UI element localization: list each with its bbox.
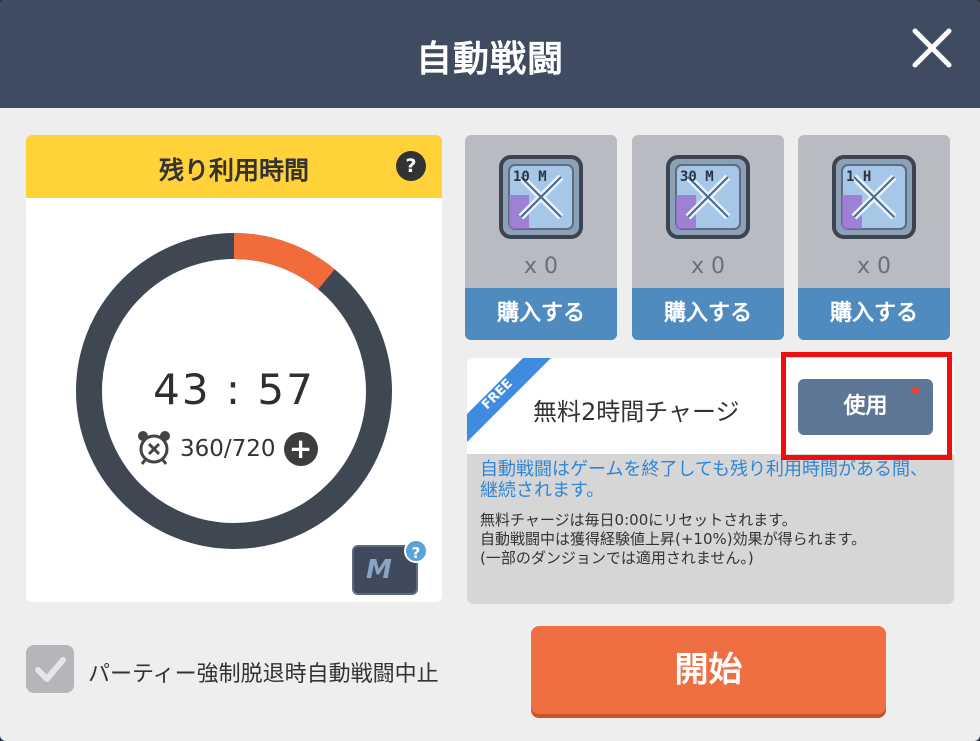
help-icon[interactable]: ? <box>396 151 426 181</box>
plus-icon[interactable]: + <box>283 432 318 466</box>
buy-button[interactable]: 購入する <box>632 288 784 340</box>
item-quantity: x 0 <box>690 254 725 279</box>
note-line: 無料チャージは毎日0:00にリセットされます。 <box>480 511 797 529</box>
crossed-swords-ticket-icon: 30 M <box>666 155 750 239</box>
m-plus-letter: M <box>366 555 392 585</box>
alarm-row: 360/720 + <box>136 431 318 467</box>
item-duration-label: 30 M <box>680 169 714 185</box>
crossed-swords-ticket-icon: 1 H <box>832 155 916 239</box>
remaining-time-card: 残り利用時間 ? 43 : 57 360/720 + M ? <box>26 135 442 602</box>
close-icon[interactable] <box>910 26 954 70</box>
remaining-time-label: 残り利用時間 <box>158 156 309 185</box>
remaining-time-value: 43 : 57 <box>153 365 315 414</box>
free-charge-label: 無料2時間チャージ <box>533 398 740 426</box>
item-quantity: x 0 <box>856 254 891 279</box>
note-line: 自動戦闘中は獲得経験値上昇(+10%)効果が得られます。 <box>480 530 867 548</box>
battle-count: 360/720 <box>180 436 276 462</box>
remaining-time-header: 残り利用時間 ? <box>26 135 442 198</box>
auto-stop-label: パーティー強制脱退時自動戦闘中止 <box>88 662 439 687</box>
auto-battle-info: 自動戦闘はゲームを終了しても残り利用時間がある間、継続されます。 <box>480 459 929 501</box>
note-line: (一部のダンジョンでは適用されません。) <box>480 549 754 567</box>
buy-button[interactable]: 購入する <box>465 288 617 340</box>
item-duration-label: 10 M <box>513 169 547 185</box>
alarm-clock-icon <box>136 429 172 469</box>
buy-button[interactable]: 購入する <box>798 288 950 340</box>
check-icon <box>35 657 66 682</box>
item-quantity: x 0 <box>523 254 558 279</box>
auto-battle-notes: 無料チャージは毎日0:00にリセットされます。 自動戦闘中は獲得経験値上昇(+1… <box>480 511 950 568</box>
auto-stop-checkbox[interactable] <box>26 645 74 693</box>
item-card-10m: 10 M x 0 購入する <box>465 135 617 340</box>
crossed-swords-ticket-icon: 10 M <box>499 155 583 239</box>
dialog-header: 自動戦闘 <box>0 0 980 108</box>
item-card-30m: 30 M x 0 購入する <box>632 135 784 340</box>
m-plus-badge[interactable]: M ? <box>352 539 428 595</box>
item-duration-label: 1 H <box>846 169 871 185</box>
start-button[interactable]: 開始 <box>531 626 886 714</box>
m-plus-help-icon[interactable]: ? <box>404 539 428 563</box>
dialog-title: 自動戦闘 <box>415 39 564 80</box>
auto-battle-dialog: 自動戦闘 残り利用時間 ? 43 : 57 360/720 + M ? 10 M… <box>0 0 980 741</box>
item-card-1h: 1 H x 0 購入する <box>798 135 950 340</box>
use-button-highlight <box>781 352 952 460</box>
